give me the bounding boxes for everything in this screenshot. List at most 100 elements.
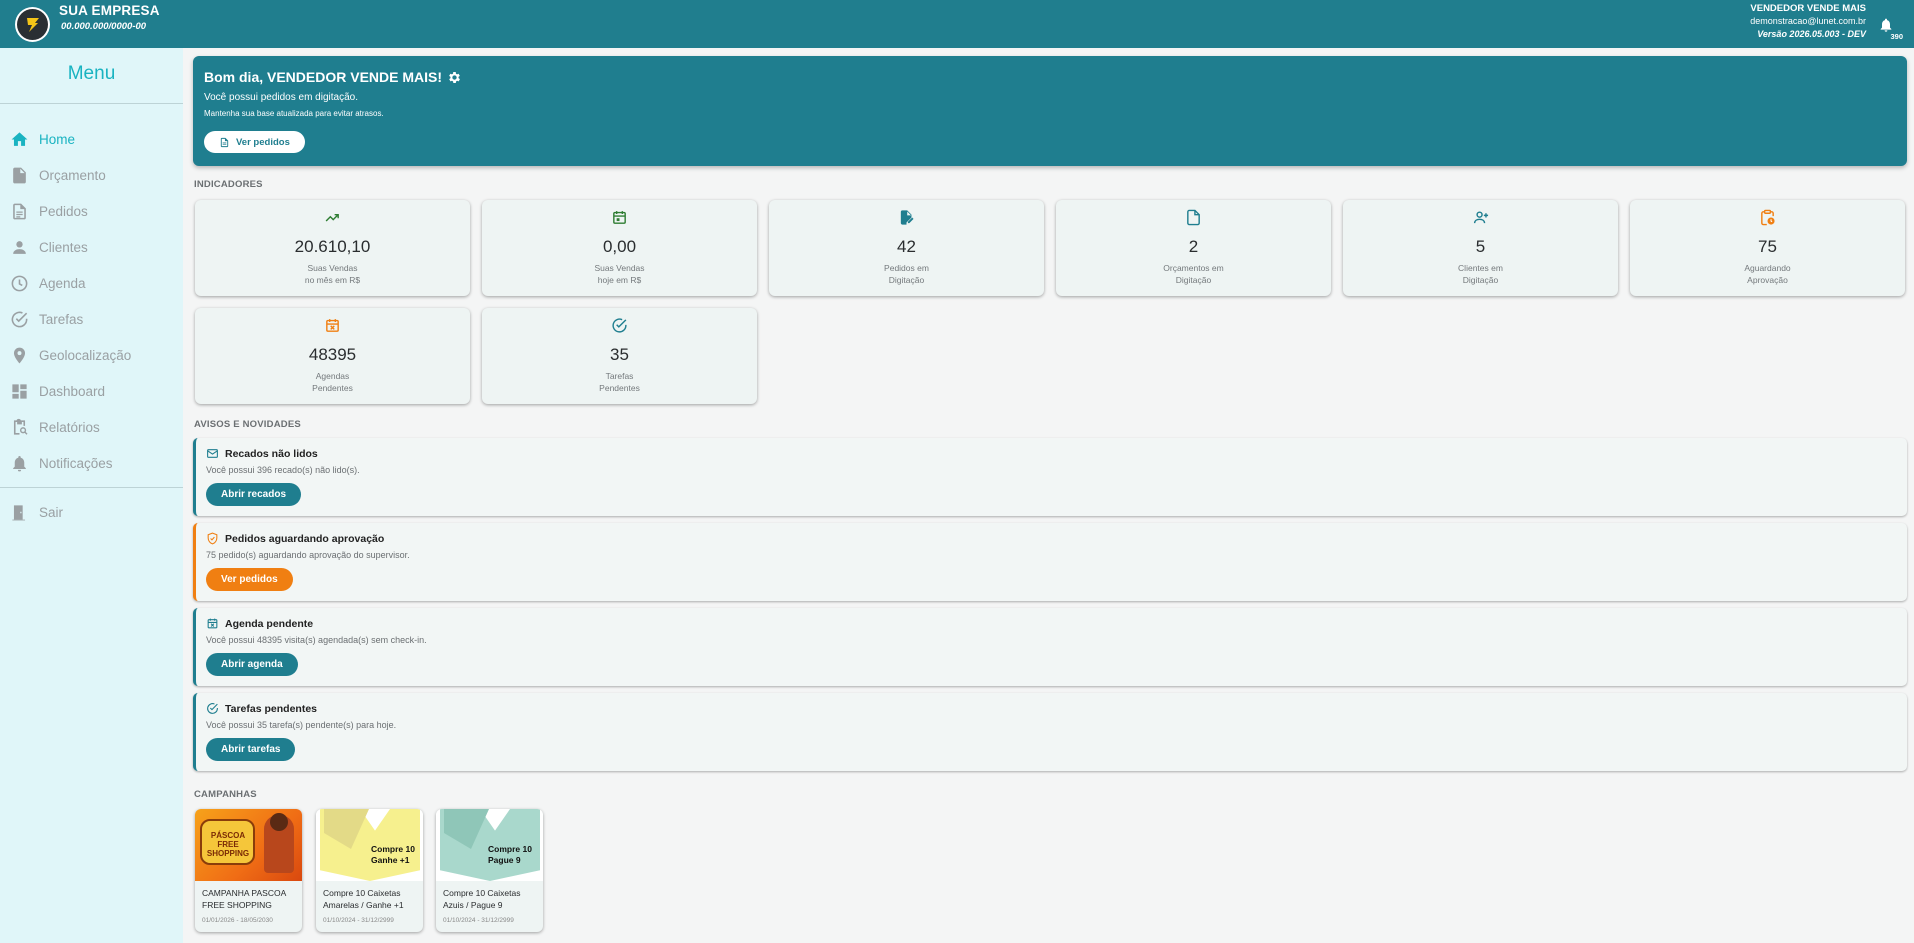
- campaign-date: 01/10/2024 - 31/12/2999: [323, 917, 394, 924]
- logo-mark-icon: [26, 17, 39, 32]
- greeting-title: Bom dia, VENDEDOR VENDE MAIS!: [204, 69, 1896, 85]
- calendar-x-icon: [326, 319, 339, 332]
- sidebar-item-clientes[interactable]: Clientes: [0, 229, 183, 265]
- indicator-label-line1: Suas Vendas: [594, 263, 645, 273]
- list-document-icon: [10, 202, 29, 221]
- shield-check-icon: [207, 532, 218, 545]
- user-info[interactable]: VENDEDOR VENDE MAIS demonstracao@lunet.c…: [1750, 2, 1866, 41]
- indicator-label-line2: Aprovação: [1747, 275, 1788, 285]
- notification-count-badge: 390: [1889, 32, 1904, 41]
- calendar-icon: [613, 211, 626, 224]
- indicator-label: Clientes em Digitação: [1343, 262, 1618, 286]
- home-icon: [10, 130, 29, 149]
- indicator-label-line1: Suas Vendas: [307, 263, 358, 273]
- campaign-card-caixetas-azuis[interactable]: Compre 10 Pague 9 Compre 10 Caixetas Azui…: [436, 809, 543, 932]
- sidebar-item-label: Clientes: [39, 239, 88, 255]
- campaign-date: 01/01/2026 - 18/05/2030: [202, 917, 273, 924]
- abrir-tarefas-button[interactable]: Abrir tarefas: [206, 738, 296, 761]
- menu-title: Menu: [0, 48, 183, 104]
- calendar-x-icon: [207, 618, 218, 629]
- file-icon: [1187, 209, 1200, 226]
- sidebar-divider: [0, 487, 183, 488]
- ver-pedidos-aprovacao-button[interactable]: Ver pedidos: [206, 568, 293, 591]
- indicator-label: Pedidos em Digitação: [769, 262, 1044, 286]
- sidebar-item-orcamento[interactable]: Orçamento: [0, 157, 183, 193]
- notice-agenda: Agenda pendente Você possui 48395 visita…: [193, 608, 1907, 686]
- notifications-button[interactable]: 390: [1878, 16, 1904, 41]
- gear-icon: [449, 71, 460, 83]
- campaign-image-text-line2: Pague 9: [488, 855, 521, 865]
- indicator-card-clientes-digitacao[interactable]: 5 Clientes em Digitação: [1343, 200, 1618, 296]
- sidebar-item-label: Geolocalização: [39, 347, 132, 363]
- indicator-value: 0,00: [602, 237, 637, 256]
- location-pin-icon: [10, 346, 29, 365]
- notice-text: Você possui 396 recado(s) não lido(s).: [206, 465, 360, 475]
- sidebar-item-label: Orçamento: [39, 167, 106, 183]
- indicator-label: Agendas Pendentes: [195, 370, 470, 394]
- notice-title: Agenda pendente: [225, 617, 314, 630]
- indicator-card-pedidos-digitacao[interactable]: 42 Pedidos em Digitação: [769, 200, 1044, 296]
- indicator-card-vendas-hoje[interactable]: 0,00 Suas Vendas hoje em R$: [482, 200, 757, 296]
- campaign-card-pascoa[interactable]: PÁSCOA FREE SHOPPING CAMPANHA PASCOA FRE…: [195, 809, 302, 932]
- campaign-image-text: PÁSCOA FREE SHOPPING: [206, 831, 250, 858]
- campaign-title: CAMPANHA PASCOA FREE SHOPPING: [202, 888, 286, 910]
- greeting-text: Bom dia, VENDEDOR VENDE MAIS!: [204, 69, 443, 85]
- sidebar-item-label: Pedidos: [39, 203, 88, 219]
- notice-title: Pedidos aguardando aprovação: [225, 532, 385, 545]
- sidebar-item-relatorios[interactable]: Relatórios: [0, 409, 183, 445]
- greeting-hint: Mantenha sua base atualizada para evitar…: [204, 109, 384, 118]
- notice-text: Você possui 35 tarefa(s) pendente(s) par…: [206, 720, 397, 730]
- campaign-image-text-line1: Compre 10: [488, 844, 532, 854]
- ver-pedidos-button[interactable]: Ver pedidos: [204, 131, 305, 153]
- sidebar-item-notificacoes[interactable]: Notificações: [0, 445, 183, 481]
- campaigns-title: CAMPANHAS: [194, 789, 257, 800]
- mail-icon: [207, 449, 218, 458]
- sidebar-item-pedidos[interactable]: Pedidos: [0, 193, 183, 229]
- top-bar: SUA EMPRESA 00.000.000/0000-00 VENDEDOR …: [0, 0, 1914, 48]
- check-circle-icon: [207, 703, 218, 714]
- indicator-label-line2: Digitação: [888, 275, 925, 285]
- indicator-label-line1: Pedidos em: [884, 263, 929, 273]
- campaign-image-text-line2: Ganhe +1: [371, 855, 410, 865]
- indicator-card-tarefas-pendentes[interactable]: 35 Tarefas Pendentes: [482, 308, 757, 404]
- indicator-label-line1: Aguardando: [1744, 263, 1791, 273]
- campaign-image-text: Compre 10 Ganhe +1: [371, 844, 415, 866]
- sidebar-item-agenda[interactable]: Agenda: [0, 265, 183, 301]
- notice-title: Tarefas pendentes: [225, 702, 318, 715]
- document-icon: [10, 166, 29, 185]
- company-logo[interactable]: [15, 7, 50, 42]
- user-email: demonstracao@lunet.com.br: [1750, 16, 1866, 26]
- indicator-label-line2: Digitação: [1462, 275, 1499, 285]
- person-icon: [10, 238, 29, 257]
- sidebar-item-tarefas[interactable]: Tarefas: [0, 301, 183, 337]
- sidebar-item-geolocalizacao[interactable]: Geolocalização: [0, 337, 183, 373]
- sidebar-item-label: Sair: [39, 504, 64, 520]
- indicator-card-aguardando-aprovacao[interactable]: 75 Aguardando Aprovação: [1630, 200, 1905, 296]
- indicator-card-orcamentos-digitacao[interactable]: 2 Orçamentos em Digitação: [1056, 200, 1331, 296]
- sidebar-item-label: Notificações: [39, 455, 113, 471]
- company-info: SUA EMPRESA 00.000.000/0000-00: [59, 3, 160, 32]
- edit-document-icon: [900, 210, 914, 225]
- abrir-agenda-button[interactable]: Abrir agenda: [206, 653, 298, 676]
- campaign-card-caixetas-amarelas[interactable]: Compre 10 Ganhe +1 Compre 10 Caixetas Ama…: [316, 809, 423, 932]
- check-circle-icon: [612, 318, 627, 333]
- company-name: SUA EMPRESA: [59, 3, 160, 18]
- main-content: Bom dia, VENDEDOR VENDE MAIS! Você possu…: [193, 56, 1907, 932]
- sidebar-item-label: Relatórios: [39, 419, 100, 435]
- indicator-card-vendas-mes[interactable]: 20.610,10 Suas Vendas no mês em R$: [195, 200, 470, 296]
- sidebar-item-label: Home: [39, 131, 76, 147]
- campaign-date: 01/10/2024 - 31/12/2999: [443, 917, 514, 924]
- indicator-value: 20.610,10: [294, 237, 371, 256]
- sidebar-item-home[interactable]: Home: [0, 121, 183, 157]
- person-add-icon: [1473, 211, 1488, 224]
- sidebar: Menu Home Orçamento Pedidos Clientes Age…: [0, 48, 183, 943]
- indicators-title: INDICADORES: [194, 179, 263, 190]
- abrir-recados-button[interactable]: Abrir recados: [206, 483, 302, 506]
- notice-title: Recados não lidos: [225, 447, 318, 460]
- sidebar-item-label: Agenda: [39, 275, 86, 291]
- sidebar-item-sair[interactable]: Sair: [0, 494, 183, 530]
- sidebar-item-label: Dashboard: [39, 383, 106, 399]
- notice-text: 75 pedido(s) aguardando aprovação do sup…: [206, 550, 410, 560]
- sidebar-item-dashboard[interactable]: Dashboard: [0, 373, 183, 409]
- indicator-card-agendas-pendentes[interactable]: 48395 Agendas Pendentes: [195, 308, 470, 404]
